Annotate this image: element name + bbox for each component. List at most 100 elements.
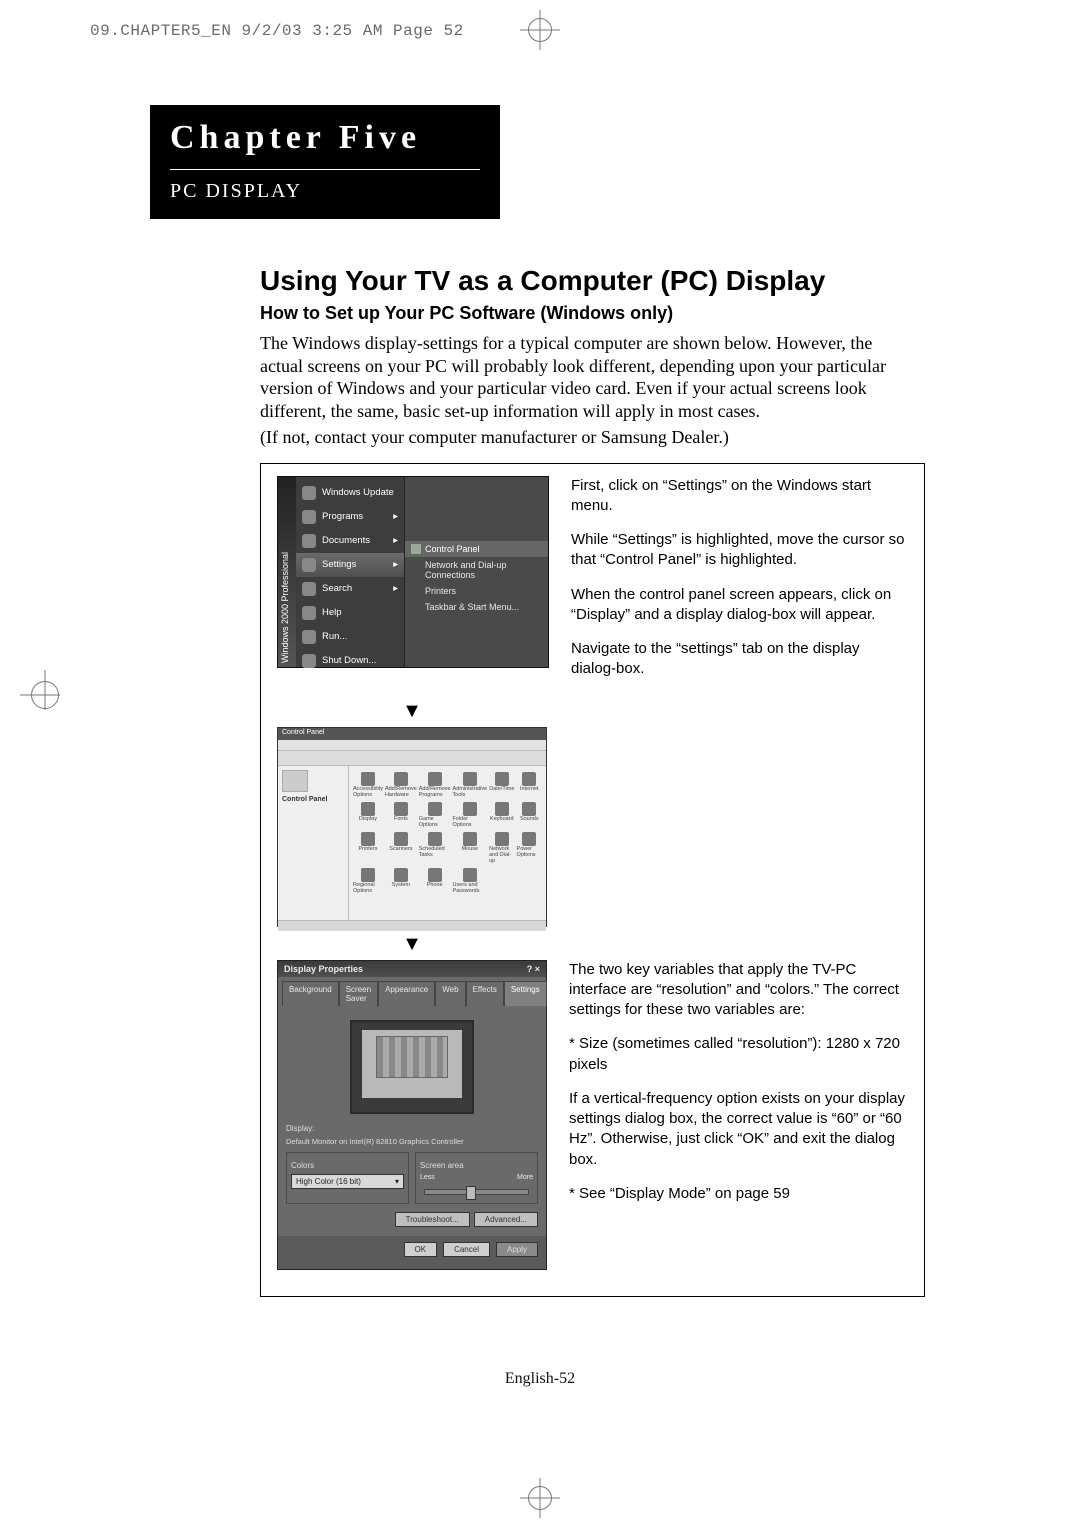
dp-tab-effects[interactable]: Effects bbox=[466, 981, 504, 1006]
cp-icon-label: Accessibility Options bbox=[353, 786, 383, 798]
dp-tab-background[interactable]: Background bbox=[282, 981, 339, 1006]
search-icon bbox=[302, 582, 316, 596]
chevron-down-icon: ▾ bbox=[395, 1177, 399, 1186]
step-3-text: The two key variables that apply the TV-… bbox=[569, 960, 908, 1270]
cp-icon[interactable]: Scanners bbox=[385, 832, 417, 864]
dp-ok-button[interactable]: OK bbox=[404, 1242, 438, 1257]
dp-resolution-slider[interactable] bbox=[424, 1189, 529, 1195]
menu-item[interactable]: Run... bbox=[296, 625, 404, 649]
cp-icon[interactable]: Internet bbox=[517, 772, 542, 798]
programs-icon bbox=[302, 510, 316, 524]
submenu-item[interactable]: Network and Dial-up Connections bbox=[405, 557, 548, 583]
menu-item[interactable]: Windows Update bbox=[296, 481, 404, 505]
dp-tab-appearance[interactable]: Appearance bbox=[378, 981, 435, 1006]
cp-icon[interactable]: Phone bbox=[419, 868, 451, 894]
dp-troubleshoot-button[interactable]: Troubleshoot... bbox=[395, 1212, 470, 1227]
dp-window-controls[interactable]: ? × bbox=[527, 964, 540, 974]
menu-label: Help bbox=[322, 607, 342, 618]
start-menu-column: Windows Update Programs▸ Documents▸ Sett… bbox=[296, 477, 404, 667]
page-footer: English-52 bbox=[0, 1370, 1080, 1388]
cp-icon[interactable]: Mouse bbox=[453, 832, 488, 864]
menu-item[interactable]: Programs▸ bbox=[296, 505, 404, 529]
cp-icon-glyph bbox=[361, 832, 375, 846]
cp-icon[interactable]: Users and Passwords bbox=[453, 868, 488, 894]
cp-icon-label: System bbox=[392, 882, 410, 888]
dp-apply-button[interactable]: Apply bbox=[496, 1242, 538, 1257]
cp-icon-glyph bbox=[361, 868, 375, 882]
dp-bottom-buttons: OK Cancel Apply bbox=[278, 1236, 546, 1263]
dp-monitor-preview bbox=[350, 1020, 474, 1114]
menu-item-settings[interactable]: Settings▸ bbox=[296, 553, 404, 577]
cp-icon[interactable]: Add/Remove Hardware bbox=[385, 772, 417, 798]
cp-icon[interactable]: Scheduled Tasks bbox=[419, 832, 451, 864]
cp-icon[interactable]: Printers bbox=[353, 832, 383, 864]
dp-tab-screensaver[interactable]: Screen Saver bbox=[339, 981, 378, 1006]
dp-tab-web[interactable]: Web bbox=[435, 981, 465, 1006]
cp-icon[interactable]: Add/Remove Programs bbox=[419, 772, 451, 798]
cp-icon[interactable]: Sounds bbox=[517, 802, 542, 828]
cp-icon[interactable]: Accessibility Options bbox=[353, 772, 383, 798]
cp-menubar bbox=[278, 740, 546, 751]
step-3-p2: * Size (sometimes called “resolution”): … bbox=[569, 1034, 908, 1075]
cp-icon[interactable]: Power Options bbox=[517, 832, 542, 864]
arrow-down-icon: ▼ bbox=[397, 700, 427, 723]
dp-advanced-button[interactable]: Advanced... bbox=[474, 1212, 538, 1227]
cp-icon[interactable]: Date/Time bbox=[489, 772, 514, 798]
menu-label: Shut Down... bbox=[322, 655, 376, 666]
menu-item[interactable]: Documents▸ bbox=[296, 529, 404, 553]
content-area: Using Your TV as a Computer (PC) Display… bbox=[260, 265, 910, 1297]
menu-item[interactable]: Help bbox=[296, 601, 404, 625]
cp-icon[interactable]: Administrative Tools bbox=[453, 772, 488, 798]
cp-icon-glyph bbox=[522, 772, 536, 786]
screenshot-display-properties: Display Properties ? × Background Screen… bbox=[277, 960, 547, 1270]
menu-item[interactable]: Shut Down... bbox=[296, 649, 404, 673]
cp-icon-glyph bbox=[463, 868, 477, 882]
menu-label: Run... bbox=[322, 631, 347, 642]
cp-icon[interactable]: Game Options bbox=[419, 802, 451, 828]
cp-icon-glyph bbox=[428, 868, 442, 882]
shutdown-icon bbox=[302, 654, 316, 668]
cp-icon-label: Fonts bbox=[394, 816, 408, 822]
cp-icon-glyph bbox=[495, 802, 509, 816]
submenu-title-label: Control Panel bbox=[425, 544, 480, 554]
cp-icon[interactable]: Display bbox=[353, 802, 383, 828]
cp-icon[interactable]: System bbox=[385, 868, 417, 894]
cp-icon-label: Printers bbox=[359, 846, 378, 852]
cp-icon[interactable]: Keyboard bbox=[489, 802, 514, 828]
cp-left-pane: Control Panel bbox=[278, 766, 349, 920]
display-properties-mock: Display Properties ? × Background Screen… bbox=[277, 960, 547, 1270]
cp-icon[interactable]: Fonts bbox=[385, 802, 417, 828]
cp-icon-label: Game Options bbox=[419, 816, 451, 828]
dp-tab-settings[interactable]: Settings bbox=[504, 981, 547, 1006]
cp-icon[interactable]: Regional Options bbox=[353, 868, 383, 894]
cp-icon[interactable]: Network and Dial-up bbox=[489, 832, 514, 864]
sub-heading: How to Set up Your PC Software (Windows … bbox=[260, 303, 910, 324]
intro-paragraph-1: The Windows display-settings for a typic… bbox=[260, 332, 910, 422]
dp-screenarea-group: Screen area Less More bbox=[415, 1152, 538, 1204]
menu-label: Windows Update bbox=[322, 487, 394, 498]
submenu-item[interactable]: Printers bbox=[405, 583, 548, 599]
cp-icon[interactable]: Folder Options bbox=[453, 802, 488, 828]
cp-icon-label: Scanners bbox=[389, 846, 412, 852]
step-3-p3: If a vertical-frequency option exists on… bbox=[569, 1089, 908, 1170]
dp-tab-body: Display: Default Monitor on Intel(R) 828… bbox=[278, 1006, 546, 1236]
cp-toolbar bbox=[278, 751, 546, 766]
dp-more-label: More bbox=[517, 1174, 533, 1181]
step-1-p3: When the control panel screen appears, c… bbox=[571, 585, 908, 626]
control-panel-mock: Control Panel Control Panel Accessibilit… bbox=[277, 727, 547, 927]
dp-less-label: Less bbox=[420, 1174, 435, 1181]
cp-icon-label: Keyboard bbox=[490, 816, 514, 822]
step-3-p1: The two key variables that apply the TV-… bbox=[569, 960, 908, 1021]
dp-colors-select[interactable]: High Color (16 bit) ▾ bbox=[291, 1174, 404, 1189]
cp-icon-label: Power Options bbox=[517, 846, 542, 858]
dp-cancel-button[interactable]: Cancel bbox=[443, 1242, 490, 1257]
start-menu-mock: Windows 2000 Professional Windows Update… bbox=[277, 476, 549, 668]
start-menu-sidebar-label: Windows 2000 Professional bbox=[278, 477, 296, 667]
menu-item[interactable]: Search▸ bbox=[296, 577, 404, 601]
step-1-p4: Navigate to the “settings” tab on the di… bbox=[571, 639, 908, 680]
help-icon bbox=[302, 606, 316, 620]
cp-icon-glyph bbox=[495, 832, 509, 846]
submenu-item[interactable]: Taskbar & Start Menu... bbox=[405, 599, 548, 615]
cp-icon-label: Add/Remove Programs bbox=[419, 786, 451, 798]
submenu-title-item[interactable]: Control Panel bbox=[405, 541, 548, 557]
